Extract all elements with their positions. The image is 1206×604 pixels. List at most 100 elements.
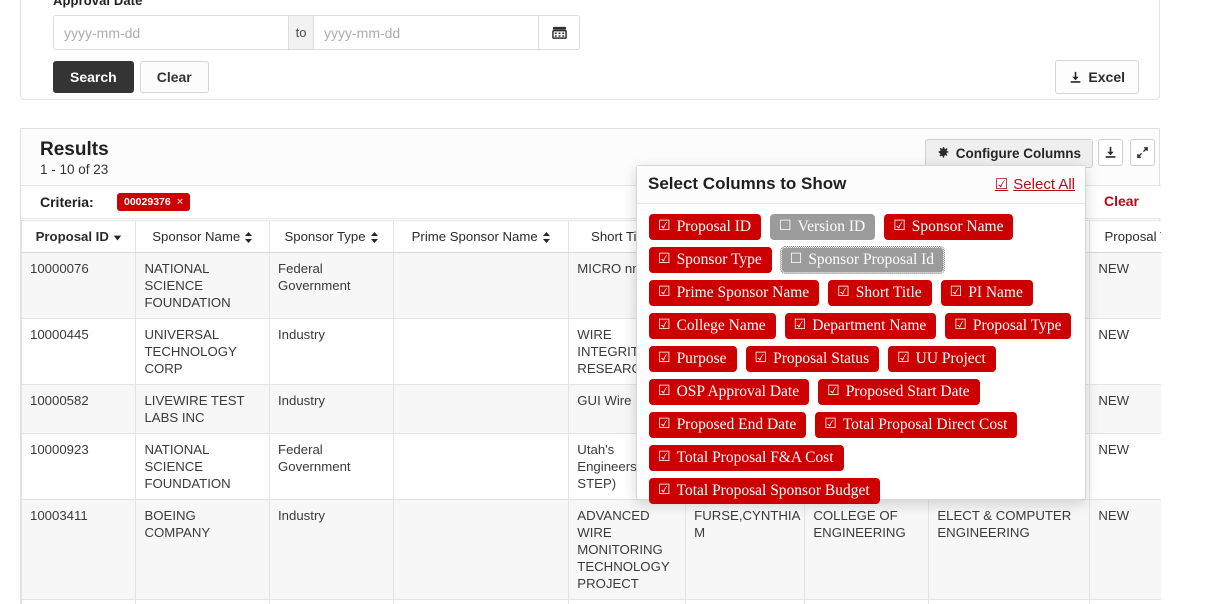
column-toggle-prime-sponsor-name[interactable]: ☑ Prime Sponsor Name	[649, 280, 820, 306]
table-row[interactable]: 10005896LEAR CORPORATIONIndustry AUTOMATI…	[21, 599, 1161, 604]
cell-department-name: ELECT & COMPUTER ENGINEERING	[928, 599, 1091, 604]
criteria-chip-label: 00029376	[124, 196, 171, 208]
column-header-sponsor-type[interactable]: Sponsor Type	[269, 220, 395, 253]
sort-both-icon[interactable]	[366, 229, 379, 244]
column-toggle-label: Version ID	[797, 218, 866, 235]
column-toggle-total-proposal-direct-cost[interactable]: ☑ Total Proposal Direct Cost	[815, 412, 1018, 438]
column-toggle-label: UU Project	[915, 350, 986, 367]
cell-sponsor-type: Industry	[269, 499, 395, 600]
cell-proposal-id: 10005896	[21, 599, 137, 604]
column-header-sponsor-name[interactable]: Sponsor Name	[135, 220, 271, 253]
checkbox-checked-icon: ☑	[658, 251, 671, 267]
configure-columns-popover: Select Columns to Show ☑ Select All ☑ Pro…	[636, 165, 1086, 504]
column-toggle-label: Total Proposal Sponsor Budget	[676, 482, 870, 499]
column-toggle-short-title[interactable]: ☑ Short Title	[828, 280, 932, 306]
column-header-label: Proposal ID	[35, 229, 109, 244]
checkbox-checked-icon: ☑	[658, 317, 671, 333]
cell-college-name: COLLEGE OF ENGINEERING	[804, 599, 930, 604]
cell-prime-sponsor-name	[393, 433, 570, 500]
cell-sponsor-name: LIVEWIRE TEST LABS INC	[135, 384, 271, 434]
cell-short-title: ADVANCED WIRE MONITORING TECHNOLOGY PROJ…	[568, 499, 687, 600]
column-header-prime-sponsor-name[interactable]: Prime Sponsor Name	[393, 220, 570, 253]
table-row[interactable]: 10003411 BOEING COMPANY Industry ADVANCED W…	[21, 499, 1161, 600]
select-all-link[interactable]: ☑ Select All	[995, 175, 1075, 194]
configure-columns-button[interactable]: Configure Columns	[924, 139, 1093, 168]
column-toggle-label: Proposed Start Date	[845, 383, 970, 400]
criteria-clear-link[interactable]: Clear	[1104, 193, 1139, 209]
column-toggle-list: ☑ Proposal ID ☐ Version ID ☑ Sponsor Name ☑ Spo…	[649, 214, 1079, 504]
download-icon	[1104, 146, 1117, 159]
search-button[interactable]: Search	[53, 61, 134, 93]
column-toggle-proposal-status[interactable]: ☑ Proposal Status	[745, 346, 880, 372]
approval-date-range: to	[53, 15, 580, 50]
column-toggle-proposal-type[interactable]: ☑ Proposal Type	[945, 313, 1072, 339]
configure-columns-label: Configure Columns	[955, 146, 1081, 161]
column-toggle-department-name[interactable]: ☑ Department Name	[784, 313, 937, 339]
cell-sponsor-type: Federal Government	[269, 252, 395, 319]
checkbox-checked-icon: ☑	[754, 350, 768, 366]
checkbox-checked-icon: ☑	[949, 284, 963, 300]
column-toggle-label: Sponsor Type	[676, 251, 762, 268]
column-toggle-proposed-end-date[interactable]: ☑ Proposed End Date	[649, 412, 807, 438]
column-toggle-proposed-start-date[interactable]: ☑ Proposed Start Date	[818, 379, 980, 405]
popover-title: Select Columns to Show	[648, 174, 847, 193]
cell-sponsor-type: Federal Government	[269, 433, 395, 500]
column-toggle-total-proposal-sponsor-budget[interactable]: ☑ Total Proposal Sponsor Budget	[649, 478, 880, 504]
criteria-chip[interactable]: 00029376 ×	[117, 193, 191, 211]
column-toggle-proposal-id[interactable]: ☑ Proposal ID	[649, 214, 762, 240]
results-count: 1 - 10 of 23	[40, 162, 109, 177]
popover-body: ☑ Proposal ID ☐ Version ID ☑ Sponsor Name ☑ Spo…	[637, 204, 1085, 510]
clear-button[interactable]: Clear	[139, 61, 209, 93]
cell-sponsor-name: LEAR CORPORATION	[135, 599, 271, 604]
cell-sponsor-type: Industry	[269, 599, 395, 604]
column-toggle-uu-project[interactable]: ☑ UU Project	[888, 346, 996, 372]
column-toggle-label: Proposal Type	[972, 317, 1062, 334]
cell-sponsor-type: Industry	[269, 384, 395, 434]
sort-both-icon[interactable]	[538, 229, 551, 244]
cell-sponsor-name: BOEING COMPANY	[135, 499, 271, 600]
fullscreen-button[interactable]	[1130, 139, 1155, 166]
column-toggle-osp-approval-date[interactable]: ☑ OSP Approval Date	[649, 379, 810, 405]
column-toggle-college-name[interactable]: ☑ College Name	[649, 313, 776, 339]
column-header-proposal-type[interactable]: Proposal Type	[1089, 220, 1161, 253]
checkbox-checked-icon: ☑	[658, 350, 671, 366]
column-toggle-total-proposal-f-a-cost[interactable]: ☑ Total Proposal F&A Cost	[649, 445, 844, 471]
column-toggle-label: Sponsor Name	[911, 218, 1004, 235]
cell-short-title: AUTOMATIVE ANTENNA	[568, 599, 687, 604]
checkbox-checked-icon: ☑	[793, 317, 807, 333]
approval-date-from-input[interactable]	[54, 16, 288, 49]
column-toggle-pi-name[interactable]: ☑ PI Name	[940, 280, 1033, 306]
gear-icon	[937, 147, 950, 160]
column-toggle-label: Department Name	[812, 317, 927, 334]
approval-date-to-input[interactable]	[314, 16, 538, 49]
cell-proposal-type: NEW	[1089, 433, 1161, 500]
expand-icon	[1136, 146, 1149, 159]
cell-proposal-type: NEW	[1089, 318, 1161, 385]
export-excel-button[interactable]: Excel	[1055, 60, 1139, 94]
cell-sponsor-type: Industry	[269, 318, 395, 385]
column-toggle-label: Purpose	[676, 350, 727, 367]
calendar-icon-button[interactable]	[538, 16, 579, 49]
close-icon[interactable]: ×	[177, 196, 183, 208]
download-results-button[interactable]	[1098, 139, 1123, 166]
cell-sponsor-name: UNIVERSAL TECHNOLOGY CORP	[135, 318, 271, 385]
download-icon	[1069, 71, 1082, 84]
checkbox-unchecked-icon: ☐	[779, 218, 792, 234]
checkbox-checked-icon: ☑	[658, 449, 671, 465]
popover-header: Select Columns to Show ☑ Select All	[637, 166, 1085, 204]
column-toggle-label: PI Name	[968, 284, 1023, 301]
column-toggle-version-id[interactable]: ☐ Version ID	[770, 214, 876, 240]
cell-proposal-id: 10003411	[21, 499, 137, 600]
calendar-icon	[551, 25, 567, 40]
column-toggle-sponsor-proposal-id[interactable]: ☐ Sponsor Proposal Id	[779, 246, 946, 274]
column-toggle-sponsor-name[interactable]: ☑ Sponsor Name	[884, 214, 1014, 240]
cell-pi-name: FURSE,CYNTHIA M	[685, 599, 806, 604]
checkbox-checked-icon: ☑	[824, 416, 837, 432]
sort-both-icon[interactable]	[240, 229, 253, 244]
column-toggle-label: Sponsor Proposal Id	[808, 251, 935, 268]
column-header-proposal-id[interactable]: Proposal ID	[21, 220, 137, 253]
column-toggle-purpose[interactable]: ☑ Purpose	[649, 346, 737, 372]
column-toggle-sponsor-type[interactable]: ☑ Sponsor Type	[649, 247, 772, 273]
search-panel: Approval Date to Search Clear Excel	[20, 0, 1160, 100]
sort-desc-icon[interactable]	[109, 229, 122, 244]
